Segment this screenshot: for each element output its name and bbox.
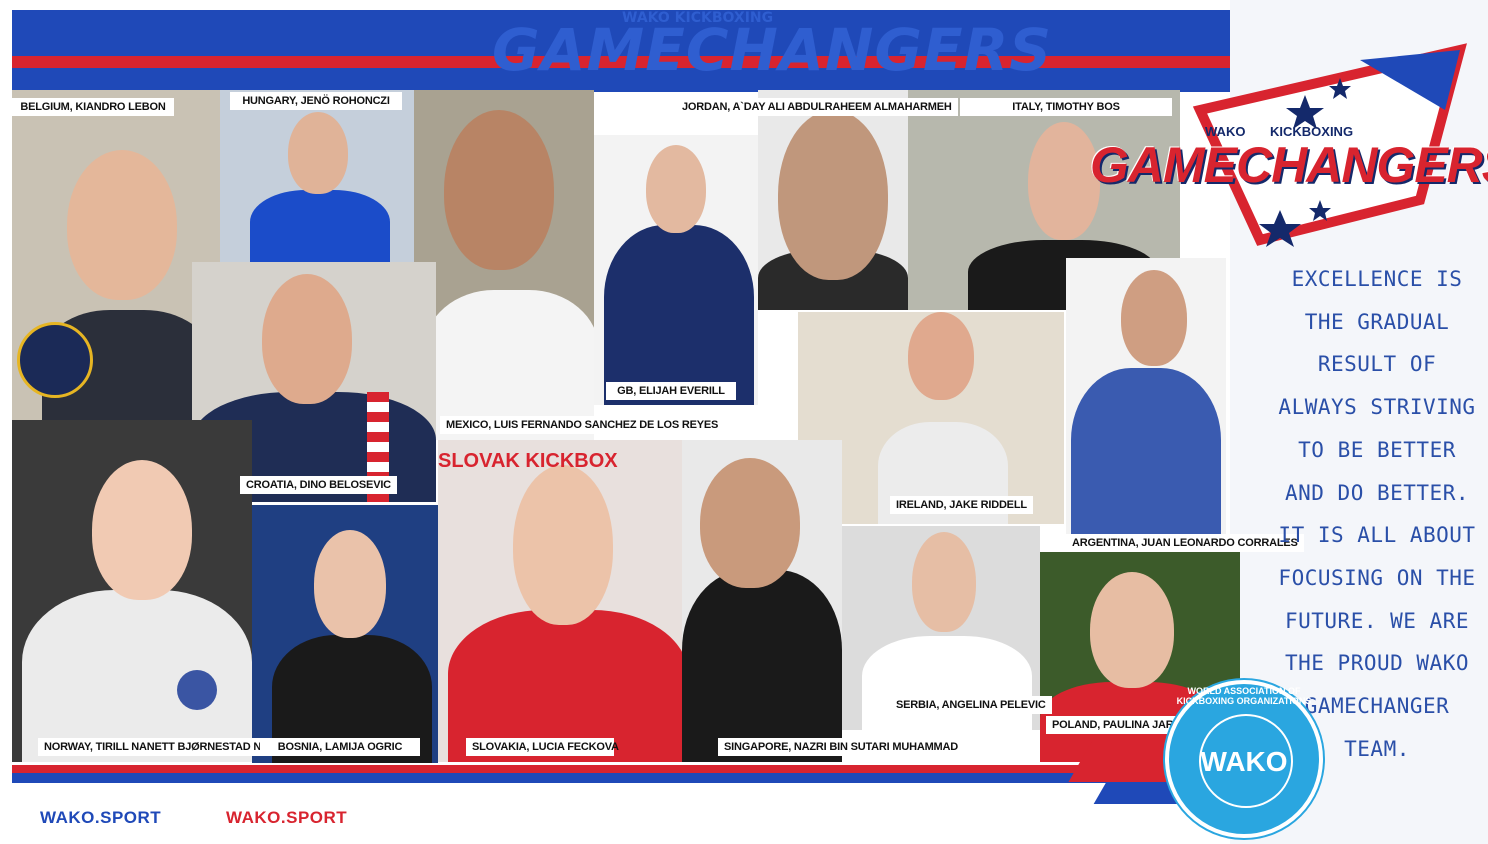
label-italy: ITALY, TIMOTHY BOS: [960, 98, 1172, 116]
bottom-red-stripe: [12, 765, 1242, 773]
label-belgium: BELGIUM, KIANDRO LEBON: [12, 98, 174, 116]
label-mexico: MEXICO, LUIS FERNANDO SANCHEZ DE LOS REY…: [440, 416, 725, 434]
quote-line: TO BE BETTER: [1298, 437, 1456, 462]
quote-line: EXCELLENCE IS: [1291, 267, 1463, 291]
photo-argentina: [1066, 258, 1226, 552]
badge-center-text: WAKO: [1200, 746, 1288, 777]
label-hungary: HUNGARY, JENÖ ROHONCZI: [230, 92, 402, 110]
label-ireland: IRELAND, JAKE RIDDELL: [890, 496, 1033, 514]
photo-jordan: [758, 90, 908, 310]
quote-line: FUTURE. WE ARE: [1284, 608, 1469, 633]
footer-link-blue[interactable]: WAKO.SPORT: [40, 808, 161, 828]
label-jordan: JORDAN, A`DAY ALI ABDULRAHEEM ALMAHARMEH: [676, 98, 958, 116]
quote-line: ALWAYS STRIVING: [1278, 395, 1476, 420]
badge-ring-text: WORLD ASSOCIATION OF KICKBOXING ORGANIZA…: [1176, 686, 1312, 706]
footer-link-red[interactable]: WAKO.SPORT: [226, 808, 347, 828]
photo-hungary: [220, 90, 414, 262]
quote-line: AND DO BETTER.: [1284, 480, 1469, 505]
photo-gb: [594, 135, 758, 405]
banner-ghost-title: GAMECHANGERS: [492, 16, 1053, 84]
photo-slovakia: SLOVAK KICKBOX: [438, 440, 682, 762]
label-singapore: SINGAPORE, NAZRI BIN SUTARI MUHAMMAD: [718, 738, 964, 756]
logo-title: GAMECHANGERS: [1090, 137, 1488, 193]
quote-line: FOCUSING ON THE: [1278, 565, 1476, 590]
photo-belgium: [12, 90, 220, 420]
gamechangers-logo: WAKO KICKBOXING GAMECHANGERS: [1090, 40, 1488, 260]
quote-line: THE GRADUAL: [1304, 309, 1450, 334]
quote-line: IT IS ALL ABOUT: [1278, 523, 1476, 548]
top-banner: WAKO KICKBOXING GAMECHANGERS: [12, 10, 1282, 92]
label-serbia: SERBIA, ANGELINA PELEVIC: [890, 696, 1052, 714]
photo-mexico: [414, 90, 594, 440]
photo-norway: [12, 420, 252, 762]
photo-bosnia: [252, 505, 438, 763]
label-gb: GB, ELIJAH EVERILL: [606, 382, 736, 400]
wako-badge-logo: WORLD ASSOCIATION OF KICKBOXING ORGANIZA…: [1165, 680, 1323, 838]
label-bosnia: BOSNIA, LAMIJA OGRIC: [260, 738, 420, 756]
label-norway: NORWAY, TIRILL NANETT BJØRNESTAD NÆSS: [38, 738, 293, 756]
quote-line: THE PROUD WAKO: [1284, 651, 1469, 676]
label-slovakia: SLOVAKIA, LUCIA FECKOVA: [466, 738, 619, 756]
quote-line: RESULT OF: [1317, 352, 1437, 377]
bottom-blue-stripe: [12, 773, 1242, 783]
label-croatia: CROATIA, DINO BELOSEVIC: [240, 476, 397, 494]
photo-singapore: [682, 440, 842, 762]
